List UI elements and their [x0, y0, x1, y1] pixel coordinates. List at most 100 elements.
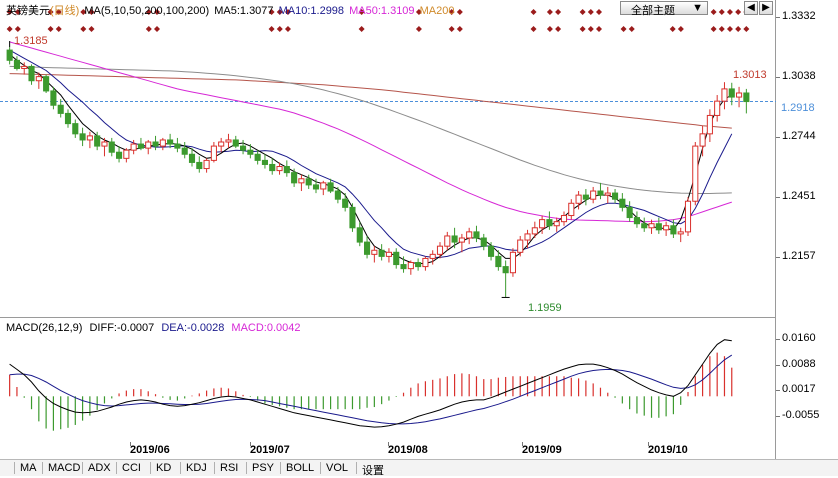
event-diamond-icon: [284, 26, 291, 32]
candle-down: [546, 219, 553, 227]
candle-up: [123, 149, 130, 159]
candle-down: [393, 251, 400, 266]
chart-legend: 英镑美元(日线) MA(5,10,50,200,100,200) MA5:1.3…: [6, 2, 454, 18]
candle-up: [517, 239, 524, 253]
tab-cci[interactable]: CCI: [122, 462, 141, 474]
price-tick-mark: [776, 137, 780, 139]
macd-dea-line: [9, 354, 733, 425]
tab-macd[interactable]: MACD: [48, 462, 80, 474]
candle-down: [728, 88, 735, 98]
date-axis: 2019/06 2019/07 2019/08 2019/09 2019/10: [0, 442, 776, 459]
macd-tick-label: -0.0055: [782, 409, 820, 421]
candle-down: [356, 227, 363, 243]
ma10-value: MA10:1.2998: [278, 5, 345, 17]
candle-down: [364, 241, 371, 255]
tab-kd[interactable]: KD: [156, 462, 171, 474]
event-diamond-icon: [80, 26, 87, 32]
event-diamond-icon: [530, 9, 537, 15]
event-diamond-icon: [587, 9, 594, 15]
ma5-line: [9, 53, 733, 264]
event-diamond-icon: [88, 26, 95, 32]
tab-vol[interactable]: VOL: [326, 462, 348, 474]
candle-down: [291, 172, 298, 184]
candle-down: [13, 59, 20, 69]
candle-down: [269, 163, 276, 172]
event-diamond-icon: [14, 26, 21, 32]
candle-up: [159, 139, 166, 147]
theme-select[interactable]: 全部主题 ▼: [620, 1, 708, 17]
candle-up: [21, 65, 28, 69]
candle-down: [480, 237, 487, 247]
tab-ma[interactable]: MA: [20, 462, 37, 474]
event-diamond-icon: [530, 26, 537, 32]
tab-divider: [150, 462, 151, 474]
date-tick-label: 2019/09: [522, 444, 562, 456]
event-diamond-icon: [677, 26, 684, 32]
event-diamond-icon: [596, 9, 603, 15]
candle-down: [254, 153, 261, 161]
candle-down: [108, 141, 115, 153]
prev-button[interactable]: ◀: [744, 1, 758, 15]
ma100-line: [9, 65, 732, 194]
period-label[interactable]: (日线): [50, 5, 79, 17]
candle-down: [502, 266, 509, 274]
candle-down: [743, 92, 750, 103]
ma50-value: MA50:1.3109: [349, 5, 415, 17]
candle-up: [736, 92, 743, 98]
candle-up: [604, 192, 611, 196]
candle-down: [488, 245, 495, 257]
next-button[interactable]: ▶: [759, 1, 773, 15]
candle-down: [196, 161, 203, 170]
tab-kdj[interactable]: KDJ: [186, 462, 207, 474]
event-diamond-icon: [735, 9, 742, 15]
price-tick-mark: [776, 77, 780, 79]
candlestick-chart[interactable]: [0, 0, 838, 476]
event-diamond-icon: [710, 9, 717, 15]
candle-down: [400, 264, 407, 270]
event-diamond-icon: [743, 26, 750, 32]
macd-tick-mark: [776, 364, 780, 366]
candle-down: [619, 198, 626, 208]
price-tick-mark: [776, 196, 780, 198]
price-tick-mark: [776, 257, 780, 258]
candle-up: [35, 76, 42, 82]
ma200-line: [9, 73, 732, 129]
tab-adx[interactable]: ADX: [88, 462, 111, 474]
tab-divider: [42, 462, 43, 474]
candle-down: [57, 104, 64, 114]
candle-up: [590, 190, 597, 200]
candle-down: [582, 194, 589, 200]
tab-rsi[interactable]: RSI: [220, 462, 238, 474]
candle-down: [633, 217, 640, 225]
event-diamond-icon: [448, 26, 455, 32]
candle-up: [86, 135, 93, 141]
chevron-down-icon: ▼: [692, 2, 703, 14]
candle-down: [415, 262, 422, 268]
event-diamond-icon: [456, 26, 463, 32]
candle-down: [342, 198, 349, 208]
tab-psy[interactable]: PSY: [252, 462, 274, 474]
tab-divider: [214, 462, 215, 474]
event-diamond-icon: [415, 26, 422, 32]
event-diamond-icon: [358, 26, 365, 32]
candle-down: [28, 65, 35, 82]
candle-down: [137, 143, 144, 149]
candle-up: [429, 253, 436, 259]
symbol-label: 英镑美元: [6, 5, 50, 17]
macd-tick-label: 0.0017: [782, 383, 816, 396]
candle-up: [276, 166, 283, 172]
candle-up: [560, 215, 568, 223]
candle-down: [167, 139, 174, 145]
macd-tick-label: 0.0160: [782, 332, 816, 344]
tab-boll[interactable]: BOLL: [286, 462, 314, 474]
event-diamond-icon: [620, 26, 627, 32]
macd-dea-value: DEA:-0.0028: [161, 322, 225, 334]
candle-down: [261, 159, 268, 165]
candle-up: [436, 245, 444, 255]
price-tick-label: 1.2744: [782, 130, 816, 143]
candle-up: [407, 262, 414, 270]
candle-up: [553, 221, 560, 227]
ma50-line: [9, 41, 732, 223]
candle-up: [298, 178, 305, 184]
event-diamond-icon: [726, 9, 733, 15]
